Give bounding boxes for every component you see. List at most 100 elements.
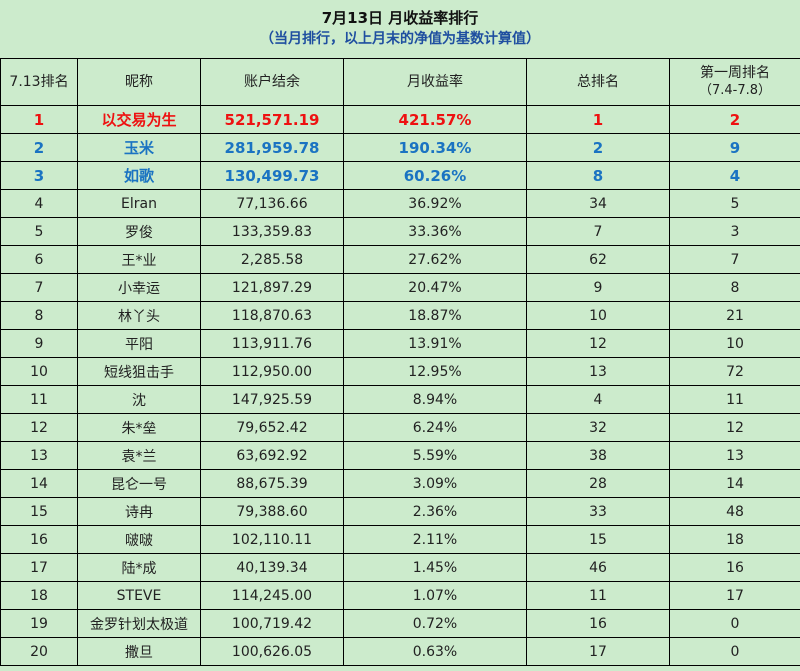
table-row: 6 王*业 2,285.58 27.62% 62 7 (0, 245, 800, 274)
table-row: 11 沈 147,925.59 8.94% 4 11 (0, 385, 800, 414)
cell-overall-rank: 7 (526, 217, 670, 246)
cell-balance: 521,571.19 (200, 105, 344, 134)
cell-monthly-return: 2.36% (343, 497, 527, 526)
table-row: 3 如歌 130,499.73 60.26% 8 4 (0, 161, 800, 190)
cell-overall-rank: 10 (526, 301, 670, 330)
cell-balance: 281,959.78 (200, 133, 344, 162)
cell-monthly-return: 27.62% (343, 245, 527, 274)
table-row: 10 短线狙击手 112,950.00 12.95% 13 72 (0, 357, 800, 386)
table-row: 17 陆*成 40,139.34 1.45% 46 16 (0, 553, 800, 582)
cell-week1-rank: 0 (669, 637, 800, 666)
cell-nickname: 王*业 (77, 245, 201, 274)
cell-nickname: 小幸运 (77, 273, 201, 302)
cell-nickname: 如歌 (77, 161, 201, 190)
cell-week1-rank: 11 (669, 385, 800, 414)
cell-monthly-return: 0.63% (343, 637, 527, 666)
table-row: 1 以交易为生 521,571.19 421.57% 1 2 (0, 105, 800, 134)
cell-balance: 102,110.11 (200, 525, 344, 554)
cell-rank: 14 (0, 469, 78, 498)
cell-week1-rank: 13 (669, 441, 800, 470)
ranking-table: 7.13排名 昵称 账户结余 月收益率 总排名 第一周排名 （7.4-7.8） … (0, 58, 800, 666)
cell-monthly-return: 60.26% (343, 161, 527, 190)
cell-balance: 2,285.58 (200, 245, 344, 274)
cell-monthly-return: 190.34% (343, 133, 527, 162)
cell-monthly-return: 0.72% (343, 609, 527, 638)
cell-rank: 6 (0, 245, 78, 274)
cell-balance: 63,692.92 (200, 441, 344, 470)
cell-overall-rank: 38 (526, 441, 670, 470)
table-row: 18 STEVE 114,245.00 1.07% 11 17 (0, 581, 800, 610)
cell-nickname: 诗冉 (77, 497, 201, 526)
cell-week1-rank: 0 (669, 609, 800, 638)
cell-monthly-return: 2.11% (343, 525, 527, 554)
cell-overall-rank: 11 (526, 581, 670, 610)
cell-nickname: STEVE (77, 581, 201, 610)
cell-monthly-return: 12.95% (343, 357, 527, 386)
cell-rank: 8 (0, 301, 78, 330)
cell-nickname: 昆仑一号 (77, 469, 201, 498)
page-title: 7月13日 月收益率排行 (321, 9, 479, 27)
cell-balance: 113,911.76 (200, 329, 344, 358)
table-row: 8 林丫头 118,870.63 18.87% 10 21 (0, 301, 800, 330)
header-monthly-return: 月收益率 (343, 58, 527, 106)
cell-overall-rank: 33 (526, 497, 670, 526)
cell-monthly-return: 33.36% (343, 217, 527, 246)
table-row: 13 袁*兰 63,692.92 5.59% 38 13 (0, 441, 800, 470)
cell-monthly-return: 1.07% (343, 581, 527, 610)
cell-rank: 9 (0, 329, 78, 358)
title-block: 7月13日 月收益率排行 （当月排行，以上月末的净值为基数计算值） (0, 0, 800, 58)
cell-rank: 18 (0, 581, 78, 610)
table-row: 15 诗冉 79,388.60 2.36% 33 48 (0, 497, 800, 526)
cell-overall-rank: 46 (526, 553, 670, 582)
table-row: 7 小幸运 121,897.29 20.47% 9 8 (0, 273, 800, 302)
header-week1-range: （7.4-7.8） (698, 83, 772, 98)
cell-nickname: 以交易为生 (77, 105, 201, 134)
table-row: 9 平阳 113,911.76 13.91% 12 10 (0, 329, 800, 358)
ranking-sheet: 7月13日 月收益率排行 （当月排行，以上月末的净值为基数计算值） 7.13排名… (0, 0, 800, 671)
header-nickname: 昵称 (77, 58, 201, 106)
cell-overall-rank: 9 (526, 273, 670, 302)
cell-balance: 114,245.00 (200, 581, 344, 610)
cell-week1-rank: 21 (669, 301, 800, 330)
cell-overall-rank: 16 (526, 609, 670, 638)
cell-nickname: 沈 (77, 385, 201, 414)
table-row: 2 玉米 281,959.78 190.34% 2 9 (0, 133, 800, 162)
page-subtitle: （当月排行，以上月末的净值为基数计算值） (260, 31, 540, 47)
cell-rank: 12 (0, 413, 78, 442)
cell-overall-rank: 62 (526, 245, 670, 274)
cell-overall-rank: 1 (526, 105, 670, 134)
cell-week1-rank: 14 (669, 469, 800, 498)
cell-nickname: 短线狙击手 (77, 357, 201, 386)
cell-rank: 20 (0, 637, 78, 666)
cell-week1-rank: 16 (669, 553, 800, 582)
cell-rank: 11 (0, 385, 78, 414)
cell-week1-rank: 48 (669, 497, 800, 526)
cell-overall-rank: 12 (526, 329, 670, 358)
cell-balance: 100,719.42 (200, 609, 344, 638)
header-week1-label: 第一周排名 (700, 65, 770, 81)
header-overall-rank: 总排名 (526, 58, 670, 106)
cell-rank: 16 (0, 525, 78, 554)
cell-rank: 1 (0, 105, 78, 134)
header-balance: 账户结余 (200, 58, 344, 106)
cell-monthly-return: 13.91% (343, 329, 527, 358)
header-rank: 7.13排名 (0, 58, 78, 106)
cell-rank: 10 (0, 357, 78, 386)
cell-nickname: 袁*兰 (77, 441, 201, 470)
cell-overall-rank: 4 (526, 385, 670, 414)
cell-monthly-return: 20.47% (343, 273, 527, 302)
cell-balance: 79,652.42 (200, 413, 344, 442)
table-row: 12 朱*垒 79,652.42 6.24% 32 12 (0, 413, 800, 442)
cell-overall-rank: 34 (526, 189, 670, 218)
cell-week1-rank: 5 (669, 189, 800, 218)
table-row: 14 昆仑一号 88,675.39 3.09% 28 14 (0, 469, 800, 498)
cell-rank: 17 (0, 553, 78, 582)
cell-overall-rank: 15 (526, 525, 670, 554)
cell-nickname: Elran (77, 189, 201, 218)
cell-nickname: 平阳 (77, 329, 201, 358)
cell-balance: 77,136.66 (200, 189, 344, 218)
cell-week1-rank: 3 (669, 217, 800, 246)
cell-balance: 118,870.63 (200, 301, 344, 330)
cell-rank: 15 (0, 497, 78, 526)
cell-overall-rank: 17 (526, 637, 670, 666)
